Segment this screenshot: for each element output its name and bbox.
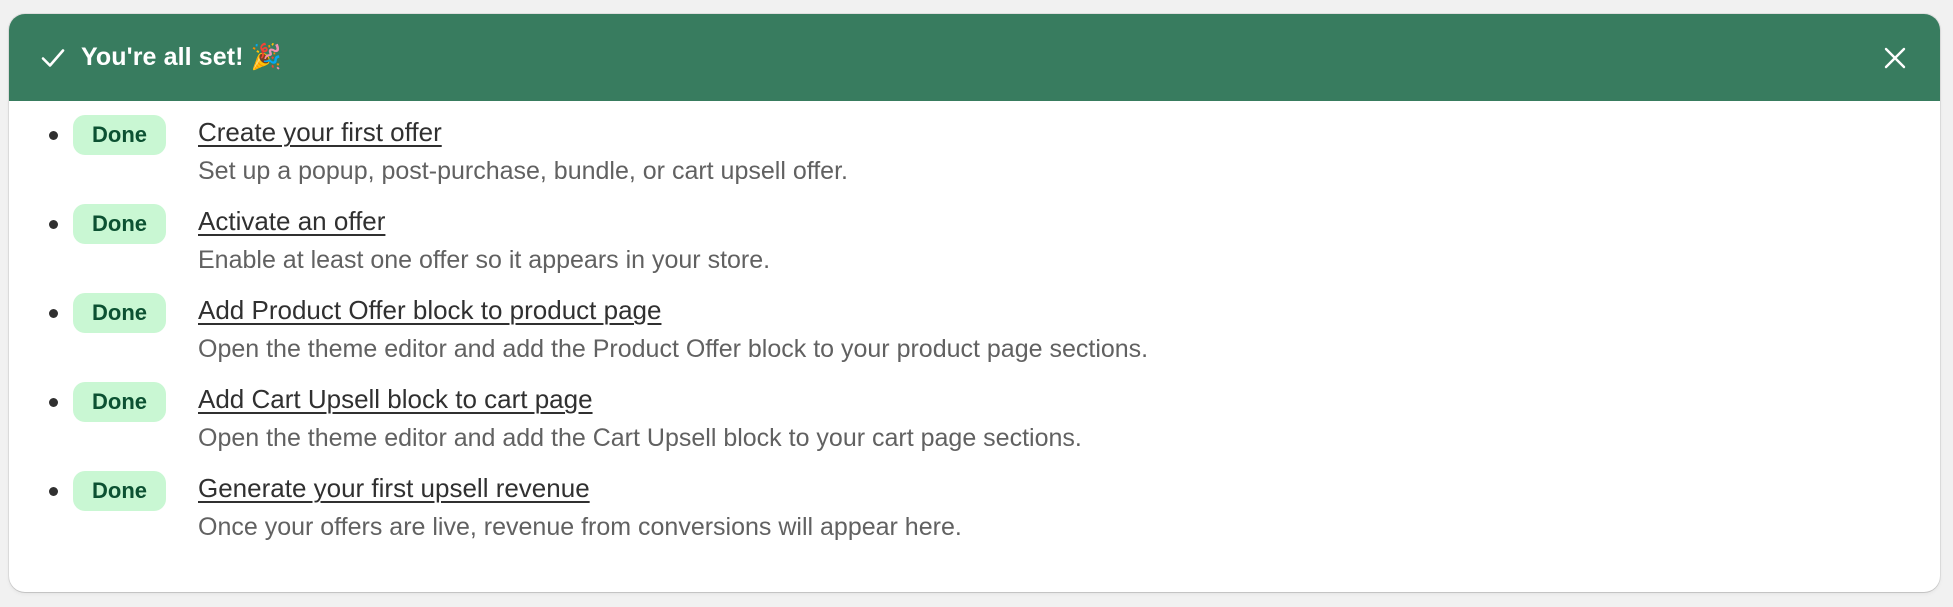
task-description: Enable at least one offer so it appears … xyxy=(198,246,771,274)
setup-complete-card: You're all set! 🎉 Done Create your first… xyxy=(9,14,1940,592)
task-item: Done Add Cart Upsell block to cart page … xyxy=(9,368,1940,457)
success-banner: You're all set! 🎉 xyxy=(9,14,1940,101)
task-link-cart-upsell-block[interactable]: Add Cart Upsell block to cart page xyxy=(198,384,593,415)
bullet xyxy=(49,487,58,496)
task-description: Set up a popup, post-purchase, bundle, o… xyxy=(198,157,848,185)
task-item: Done Add Product Offer block to product … xyxy=(9,279,1940,368)
checkmark-icon xyxy=(39,44,67,72)
task-description: Once your offers are live, revenue from … xyxy=(198,513,962,541)
bullet xyxy=(49,309,58,318)
task-link-product-offer-block[interactable]: Add Product Offer block to product page xyxy=(198,295,661,326)
task-description: Open the theme editor and add the Produc… xyxy=(198,335,1149,363)
task-description: Open the theme editor and add the Cart U… xyxy=(198,424,1082,452)
done-badge: Done xyxy=(73,382,166,422)
close-icon[interactable] xyxy=(1880,43,1910,73)
done-badge: Done xyxy=(73,471,166,511)
task-item: Done Create your first offer Set up a po… xyxy=(9,101,1940,190)
bullet xyxy=(49,398,58,407)
task-link-create-offer[interactable]: Create your first offer xyxy=(198,117,442,148)
done-badge: Done xyxy=(73,293,166,333)
banner-title: You're all set! 🎉 xyxy=(81,43,282,71)
task-item: Done Activate an offer Enable at least o… xyxy=(9,190,1940,279)
task-link-activate-offer[interactable]: Activate an offer xyxy=(198,206,385,237)
bullet xyxy=(49,220,58,229)
done-badge: Done xyxy=(73,204,166,244)
task-item: Done Generate your first upsell revenue … xyxy=(9,457,1940,546)
bullet xyxy=(49,131,58,140)
done-badge: Done xyxy=(73,115,166,155)
task-link-upsell-revenue[interactable]: Generate your first upsell revenue xyxy=(198,473,590,504)
